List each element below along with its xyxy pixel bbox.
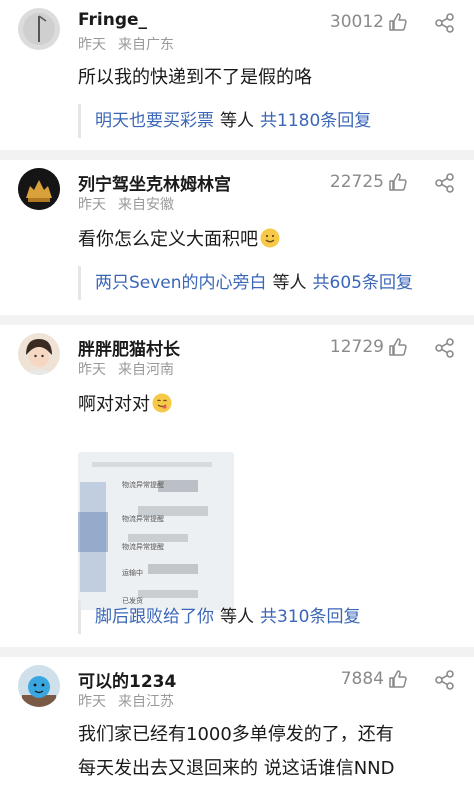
reply-author[interactable]: 脚后跟败给了你: [95, 607, 214, 627]
comment-location: 来自安徽: [118, 197, 174, 213]
reply-count-link[interactable]: 共310条回复: [260, 607, 360, 627]
comment-text: 啊对对对: [78, 389, 172, 420]
divider: [0, 647, 474, 657]
avatar[interactable]: [18, 333, 60, 375]
avatar[interactable]: [18, 168, 60, 210]
username[interactable]: Fringe_: [78, 10, 147, 30]
comment-meta: 昨天 来自广东: [78, 34, 174, 54]
like-count: 12729: [329, 337, 384, 357]
username[interactable]: 列宁驾坐克林姆林宫: [78, 170, 231, 195]
reply-summary[interactable]: 两只Seven的内心旁白 等人 共605条回复: [78, 266, 458, 300]
reply-connector: 等人: [220, 111, 254, 131]
image-line: 物流异常提醒: [122, 515, 164, 523]
image-line: 物流异常提醒: [122, 543, 164, 551]
comment-text: 所以我的快递到不了是假的咯: [78, 67, 312, 88]
reply-author[interactable]: 两只Seven的内心旁白: [95, 273, 267, 293]
like-button[interactable]: 30012: [330, 12, 408, 32]
comment-time: 昨天: [78, 362, 106, 378]
share-icon[interactable]: [434, 172, 456, 194]
divider: [0, 150, 474, 160]
thumb-up-icon: [389, 13, 407, 31]
reply-summary[interactable]: 明天也要买彩票 等人 共1180条回复: [78, 104, 458, 138]
thumb-up-icon: [389, 173, 407, 191]
share-icon[interactable]: [434, 669, 456, 691]
comment-location: 来自江苏: [118, 694, 174, 710]
comment-time: 昨天: [78, 197, 106, 213]
comment-meta: 昨天 来自安徽: [78, 194, 174, 214]
comment-location: 来自广东: [118, 37, 174, 53]
comment-time: 昨天: [78, 694, 106, 710]
comment-item: 列宁驾坐克林姆林宫 昨天 来自安徽 22725 看你怎么定义大面积吧 两只Seve…: [0, 160, 474, 315]
share-icon[interactable]: [434, 337, 456, 359]
avatar[interactable]: [18, 665, 60, 707]
reply-connector: 等人: [272, 273, 307, 293]
reply-connector: 等人: [220, 607, 254, 627]
reply-author[interactable]: 明天也要买彩票: [95, 111, 214, 131]
comment-location: 来自河南: [118, 362, 174, 378]
reply-summary[interactable]: 脚后跟败给了你 等人 共310条回复: [78, 600, 458, 634]
comment-text-line-1: 我们家已经有1000多单停发的了，还有: [78, 724, 394, 745]
comment-time: 昨天: [78, 37, 106, 53]
reply-count-link[interactable]: 共1180条回复: [260, 111, 371, 131]
like-button[interactable]: 22725: [330, 172, 408, 192]
comment-meta: 昨天 来自河南: [78, 359, 174, 379]
yummy-emoji-icon: [152, 393, 172, 413]
like-button[interactable]: 12729: [330, 337, 408, 357]
thumb-up-icon: [389, 338, 407, 356]
share-icon[interactable]: [434, 12, 456, 34]
image-line: 运输中: [122, 569, 143, 577]
comment-item: 胖胖肥猫村长 昨天 来自河南 12729 啊对对对 物流异常提醒 物流异常提醒 …: [0, 325, 474, 647]
comment-feed: Fringe_ 昨天 来自广东 30012 所以我的快递到不了是假的咯 明天也要买…: [0, 0, 474, 795]
comment-item: Fringe_ 昨天 来自广东 30012 所以我的快递到不了是假的咯 明天也要买…: [0, 0, 474, 150]
comment-text-content: 看你怎么定义大面积吧: [78, 229, 258, 250]
comment-item: 可以的1234 昨天 来自江苏 7884 我们家已经有1000多单停发的了，还有 …: [0, 657, 474, 795]
like-count: 30012: [329, 12, 384, 32]
reply-count-link[interactable]: 共605条回复: [313, 273, 413, 293]
username[interactable]: 可以的1234: [78, 667, 176, 692]
like-count: 7884: [340, 669, 384, 689]
username[interactable]: 胖胖肥猫村长: [78, 335, 180, 360]
like-button[interactable]: 7884: [341, 669, 408, 689]
divider: [0, 315, 474, 325]
attached-image[interactable]: 物流异常提醒 物流异常提醒 物流异常提醒 运输中 已发货: [78, 452, 234, 610]
image-line: 物流异常提醒: [122, 481, 164, 489]
comment-text: 看你怎么定义大面积吧: [78, 224, 280, 255]
like-count: 22725: [329, 172, 384, 192]
avatar[interactable]: [18, 8, 60, 50]
smile-emoji-icon: [260, 228, 280, 248]
comment-text-line-2: 每天发出去又退回来的 说这话谁信NND: [78, 758, 395, 779]
thumb-up-icon: [389, 670, 407, 688]
comment-text-content: 啊对对对: [78, 394, 150, 415]
comment-meta: 昨天 来自江苏: [78, 691, 174, 711]
